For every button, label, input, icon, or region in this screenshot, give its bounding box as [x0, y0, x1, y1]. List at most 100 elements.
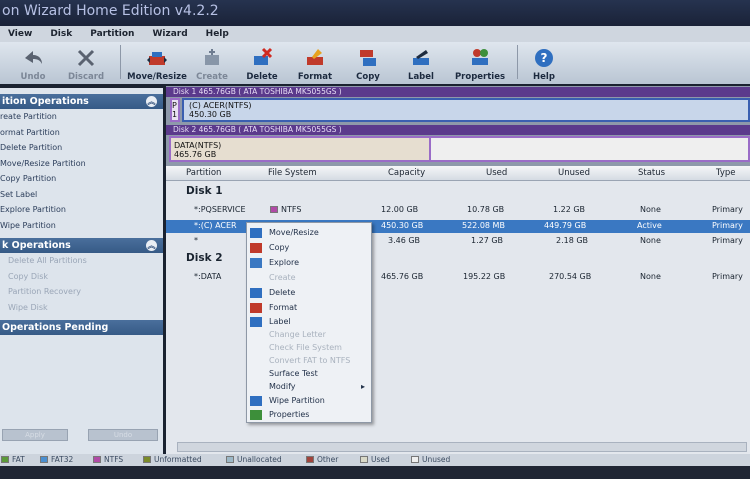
op-delete-all-partitions[interactable]: Delete All Partitions: [0, 253, 163, 269]
ctx-create[interactable]: Create: [269, 273, 296, 282]
ctx-convert-fat-to-ntfs[interactable]: Convert FAT to NTFS: [269, 356, 350, 365]
cell-type: Primary: [712, 205, 743, 214]
disk1-small-label-b: 1: [172, 110, 178, 119]
cell-status: None: [640, 236, 661, 245]
col-status[interactable]: Status: [638, 168, 665, 178]
ctx-delete[interactable]: Delete: [269, 288, 295, 297]
cell-partition: *: [194, 236, 198, 245]
undo-pending-button[interactable]: Undo: [88, 429, 158, 441]
ctx-explore[interactable]: Explore: [269, 258, 299, 267]
col-type[interactable]: Type: [716, 168, 736, 178]
ctx-label[interactable]: Label: [269, 317, 291, 326]
cell-status: None: [640, 205, 661, 214]
disk1-small-label-a: P: [172, 101, 177, 110]
toolbar: Undo Discard Move/Resize Create Delete F…: [0, 42, 750, 84]
ctx-move-resize[interactable]: Move/Resize: [269, 228, 319, 237]
undo-button[interactable]: Undo: [8, 44, 58, 82]
ctx-check-file-system[interactable]: Check File System: [269, 343, 342, 352]
apply-button[interactable]: Apply: [2, 429, 68, 441]
col-capacity[interactable]: Capacity: [388, 168, 425, 178]
format-icon: [307, 49, 323, 65]
col-file-system[interactable]: File System: [268, 168, 317, 178]
partition-operations-header[interactable]: ition Operations ︽: [0, 94, 163, 109]
label-button[interactable]: Label: [393, 44, 449, 82]
menu-disk[interactable]: Disk: [50, 26, 72, 42]
discard-button[interactable]: Discard: [58, 44, 114, 82]
op-set-label[interactable]: Set Label: [0, 187, 163, 203]
op-wipe-partition[interactable]: Wipe Partition: [0, 218, 163, 234]
disk1-partition-acer[interactable]: [182, 98, 750, 122]
cell-unused: 1.22 GB: [553, 205, 586, 214]
legend-ntfs: NTFS: [93, 455, 123, 464]
ctx-surface-test[interactable]: Surface Test: [269, 369, 318, 378]
label-icon: [250, 317, 262, 327]
toolbar-separator: [517, 45, 518, 79]
cell-partition: *:(C) ACER: [194, 221, 237, 230]
op-copy-partition[interactable]: Copy Partition: [0, 171, 163, 187]
copy-label: Copy: [356, 72, 380, 82]
operations-pending-title: Operations Pending: [2, 322, 109, 333]
op-delete-partition[interactable]: Delete Partition: [0, 140, 163, 156]
properties-button[interactable]: Properties: [449, 44, 511, 82]
cell-capacity: 450.30 GB: [381, 221, 424, 230]
cell-capacity: 465.76 GB: [381, 272, 424, 281]
cell-partition: *:DATA: [194, 272, 222, 281]
menu-wizard[interactable]: Wizard: [152, 26, 187, 42]
format-label: Format: [297, 72, 333, 82]
op-partition-recovery[interactable]: Partition Recovery: [0, 284, 163, 300]
used-swatch: [360, 456, 368, 463]
cell-type: Primary: [712, 236, 743, 245]
menu-partition[interactable]: Partition: [90, 26, 134, 42]
disk-operations-header[interactable]: k Operations ︽: [0, 238, 163, 253]
ctx-wipe-partition[interactable]: Wipe Partition: [269, 396, 325, 405]
op-create-partition[interactable]: reate Partition: [0, 109, 163, 125]
explore-icon: [250, 258, 262, 268]
help-button[interactable]: ? Help: [524, 44, 564, 82]
menu-help[interactable]: Help: [206, 26, 229, 42]
cell-unused: 2.18 GB: [556, 236, 589, 245]
horizontal-scrollbar[interactable]: [177, 442, 747, 452]
ctx-copy[interactable]: Copy: [269, 243, 289, 252]
disk2-partition-unused: [431, 136, 750, 162]
legend-bar: FAT FAT32 NTFS Unformatted Unallocated O…: [0, 454, 750, 466]
cell-status: None: [640, 272, 661, 281]
create-button[interactable]: Create: [187, 44, 237, 82]
cell-used: 1.27 GB: [471, 236, 504, 245]
label-label: Label: [408, 72, 434, 82]
legend-other: Other: [306, 455, 338, 464]
op-move-resize-partition[interactable]: Move/Resize Partition: [0, 156, 163, 172]
legend-fat-label: FAT: [12, 455, 25, 464]
col-partition[interactable]: Partition: [186, 168, 221, 178]
ctx-modify[interactable]: Modify: [269, 382, 296, 391]
collapse-icon[interactable]: ︽: [146, 96, 157, 107]
move-resize-button[interactable]: Move/Resize: [127, 44, 187, 82]
ctx-format[interactable]: Format: [269, 303, 297, 312]
fat32-swatch: [40, 456, 48, 463]
undo-icon: [25, 51, 42, 64]
create-icon: [205, 49, 219, 65]
op-explore-partition[interactable]: Explore Partition: [0, 202, 163, 218]
collapse-icon[interactable]: ︽: [146, 240, 157, 251]
op-format-partition[interactable]: ormat Partition: [0, 125, 163, 141]
properties-icon: [472, 49, 488, 65]
col-used[interactable]: Used: [486, 168, 507, 178]
ctx-change-letter[interactable]: Change Letter: [269, 330, 326, 339]
menu-view[interactable]: View: [8, 26, 32, 42]
copy-button[interactable]: Copy: [343, 44, 393, 82]
op-wipe-disk[interactable]: Wipe Disk: [0, 300, 163, 316]
disk2-partition-size: 465.76 GB: [174, 150, 217, 159]
delete-button[interactable]: Delete: [237, 44, 287, 82]
cell-used: 195.22 GB: [463, 272, 506, 281]
legend-used: Used: [360, 455, 390, 464]
discard-label: Discard: [67, 72, 105, 82]
table-header: Partition File System Capacity Used Unus…: [166, 166, 750, 181]
op-copy-disk[interactable]: Copy Disk: [0, 269, 163, 285]
toolbar-separator: [120, 45, 121, 79]
cell-type: Primary: [712, 221, 743, 230]
cell-unused: 449.79 GB: [544, 221, 587, 230]
move-resize-icon: [147, 52, 167, 65]
col-unused[interactable]: Unused: [558, 168, 590, 178]
format-button[interactable]: Format: [287, 44, 343, 82]
ntfs-swatch: [270, 206, 278, 213]
ctx-properties[interactable]: Properties: [269, 410, 309, 419]
